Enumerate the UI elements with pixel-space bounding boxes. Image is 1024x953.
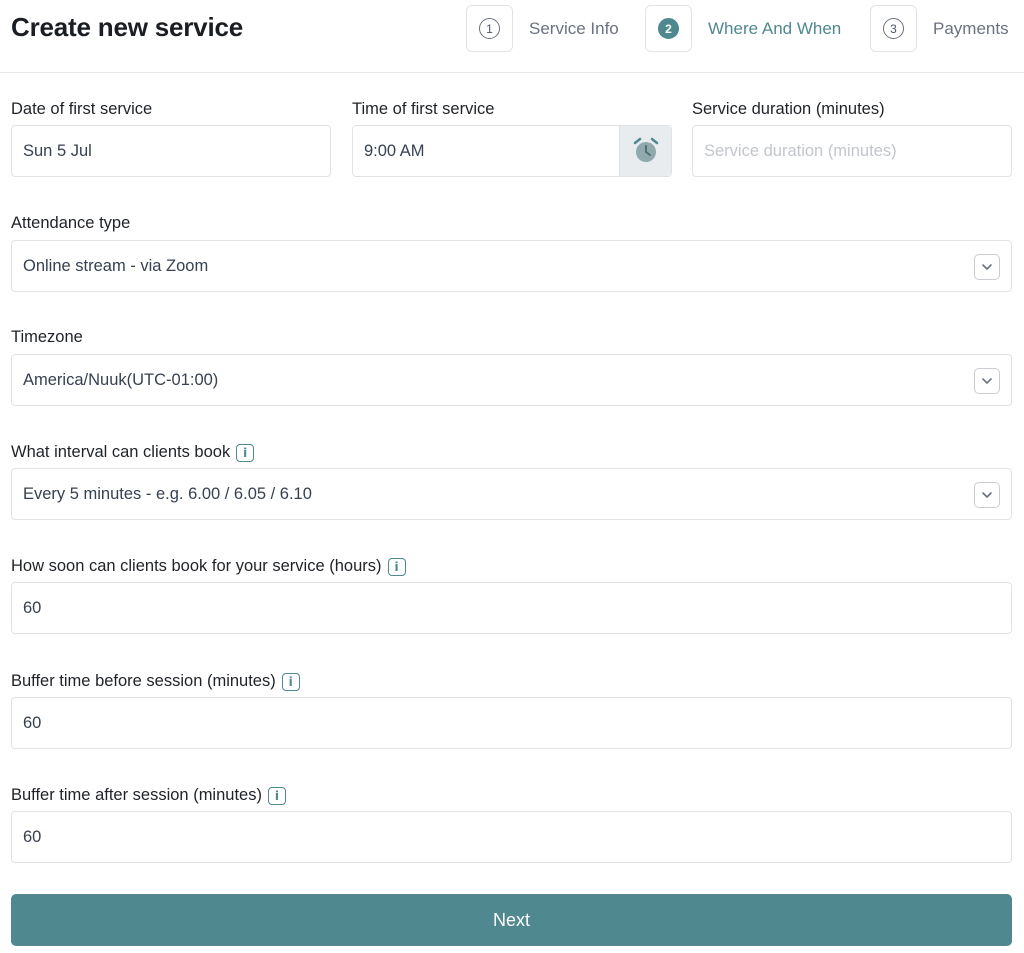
timezone-value: America/Nuuk(UTC-01:00): [23, 370, 219, 389]
time-field[interactable]: 9:00 AM: [352, 125, 672, 177]
timezone-label: Timezone: [11, 328, 83, 346]
buffer-before-input[interactable]: 60: [11, 697, 1012, 749]
lead-time-input[interactable]: 60: [11, 582, 1012, 634]
interval-value: Every 5 minutes - e.g. 6.00 / 6.05 / 6.1…: [23, 484, 312, 503]
next-button[interactable]: Next: [11, 894, 1012, 946]
chevron-down-icon: [974, 482, 1000, 508]
lead-time-label-text: How soon can clients book for your servi…: [11, 557, 382, 575]
info-icon[interactable]: i: [387, 557, 406, 576]
lead-time-value: 60: [23, 598, 42, 617]
buffer-after-label: Buffer time after session (minutes) i: [11, 786, 286, 805]
buffer-before-label-text: Buffer time before session (minutes): [11, 672, 276, 690]
duration-placeholder: Service duration (minutes): [704, 141, 897, 160]
time-picker-button[interactable]: [619, 126, 671, 176]
buffer-after-value: 60: [23, 827, 42, 846]
page-header: Create new service 1 Service Info 2 Wher…: [0, 0, 1024, 73]
date-value: Sun 5 Jul: [23, 141, 92, 160]
step-2-indicator[interactable]: 2: [645, 5, 692, 52]
date-field[interactable]: Sun 5 Jul: [11, 125, 331, 177]
info-icon[interactable]: i: [281, 672, 300, 691]
step-3-indicator[interactable]: 3: [870, 5, 917, 52]
step-3-number: 3: [883, 18, 904, 39]
date-label: Date of first service: [11, 100, 153, 118]
buffer-before-value: 60: [23, 713, 42, 732]
attendance-label: Attendance type: [11, 214, 131, 232]
interval-label: What interval can clients book i: [11, 443, 255, 462]
interval-label-text: What interval can clients book: [11, 443, 231, 461]
attendance-value: Online stream - via Zoom: [23, 256, 209, 275]
step-2-number: 2: [658, 18, 679, 39]
step-2-label[interactable]: Where And When: [708, 19, 841, 39]
interval-select[interactable]: Every 5 minutes - e.g. 6.00 / 6.05 / 6.1…: [11, 468, 1012, 520]
info-icon[interactable]: i: [267, 786, 286, 805]
buffer-after-label-text: Buffer time after session (minutes): [11, 786, 262, 804]
chevron-down-icon: [974, 368, 1000, 394]
lead-time-label: How soon can clients book for your servi…: [11, 557, 406, 576]
page-title: Create new service: [11, 12, 243, 42]
time-label: Time of first service: [352, 100, 495, 118]
duration-label: Service duration (minutes): [692, 100, 885, 118]
buffer-after-input[interactable]: 60: [11, 811, 1012, 863]
step-3-label[interactable]: Payments: [933, 19, 1009, 39]
buffer-before-label: Buffer time before session (minutes) i: [11, 672, 300, 691]
chevron-down-icon: [974, 254, 1000, 280]
step-1-label[interactable]: Service Info: [529, 19, 619, 39]
duration-input[interactable]: Service duration (minutes): [692, 125, 1012, 177]
step-1-indicator[interactable]: 1: [466, 5, 513, 52]
info-icon[interactable]: i: [236, 443, 255, 462]
time-value: 9:00 AM: [364, 141, 425, 160]
alarm-clock-icon: [633, 137, 658, 162]
attendance-select[interactable]: Online stream - via Zoom: [11, 240, 1012, 292]
timezone-select[interactable]: America/Nuuk(UTC-01:00): [11, 354, 1012, 406]
step-1-number: 1: [479, 18, 500, 39]
